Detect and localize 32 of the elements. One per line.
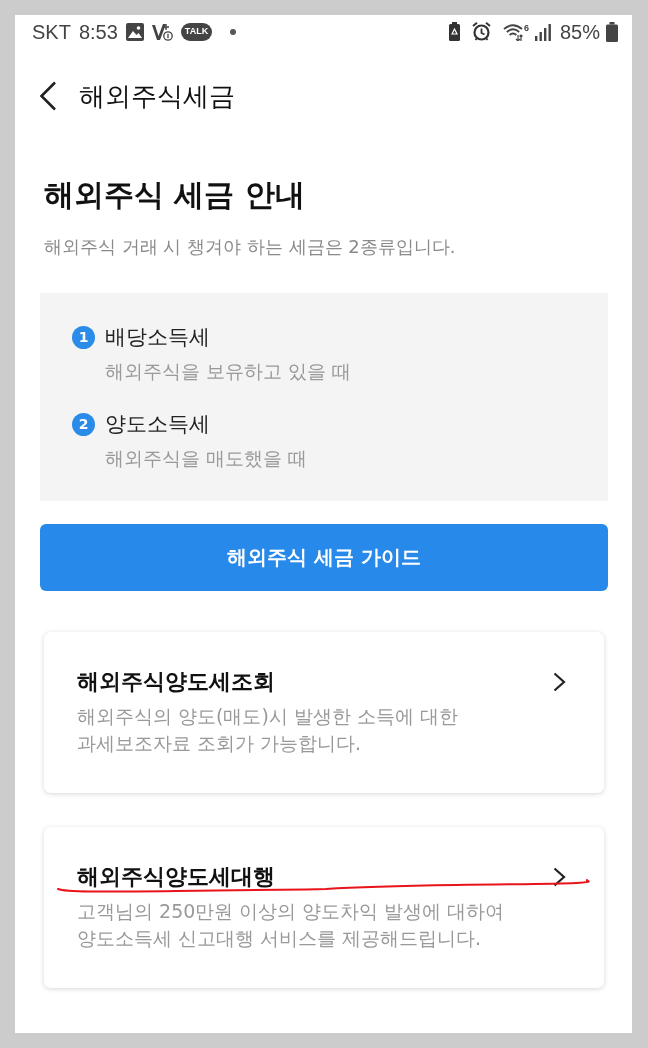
wifi-band-label: 6 bbox=[523, 22, 529, 33]
card-description: 해외주식의 양도(매도)시 발생한 소득에 대한 과세보조자료 조회가 가능합니다. bbox=[77, 704, 459, 756]
battery-percent: 85% bbox=[559, 19, 600, 44]
step-number: 2 bbox=[72, 412, 95, 436]
carrier-label: SKT bbox=[32, 19, 71, 44]
step-number: 1 bbox=[72, 325, 95, 349]
wifi-icon bbox=[502, 22, 523, 41]
clock-time: 8:53 bbox=[78, 19, 118, 44]
talk-app-badge: TALK bbox=[180, 22, 213, 41]
card-description: 고객님의 250만원 이상의 양도차익 발생에 대하여 양도소득세 신고대행 서비스를 제공해드립니다. bbox=[77, 899, 506, 951]
page-title: 해외주식세금 bbox=[79, 79, 235, 113]
battery-icon bbox=[606, 21, 618, 42]
card-title: 해외주식양도세조회 bbox=[77, 668, 275, 696]
signal-bars-icon bbox=[534, 22, 551, 41]
menu-card[interactable]: 해외주식양도세대행 고객님의 250만원 이상의 양도차익 발생에 대하여 양도소득세 신고대행 서비스를 제공해드립니다. bbox=[44, 827, 604, 988]
chevron-left-icon bbox=[39, 80, 57, 111]
dot-icon bbox=[230, 28, 237, 35]
section-subtitle: 해외주식 거래 시 챙겨야 하는 세금은 2종류입니다. bbox=[44, 235, 457, 259]
tax-description: 해외주식을 매도했을 때 bbox=[105, 446, 309, 471]
tax-name: 양도소득세 bbox=[105, 411, 210, 438]
chevron-right-icon bbox=[553, 867, 566, 887]
v-badge-icon bbox=[151, 21, 173, 42]
section-title: 해외주식 세금 안내 bbox=[44, 176, 306, 214]
battery-recycle-icon bbox=[448, 22, 460, 41]
menu-card[interactable]: 해외주식양도세조회 해외주식의 양도(매도)시 발생한 소득에 대한 과세보조자료 조회가 가능합니다. bbox=[44, 632, 604, 793]
tax-name: 배당소득세 bbox=[105, 324, 210, 351]
chevron-right-icon bbox=[553, 672, 566, 692]
image-icon bbox=[125, 22, 144, 41]
tax-description: 해외주식을 보유하고 있을 때 bbox=[105, 359, 353, 384]
card-title: 해외주식양도세대행 bbox=[77, 863, 275, 891]
tax-guide-button[interactable]: 해외주식 세금 가이드 bbox=[40, 524, 608, 591]
alarm-clock-icon bbox=[471, 22, 491, 41]
